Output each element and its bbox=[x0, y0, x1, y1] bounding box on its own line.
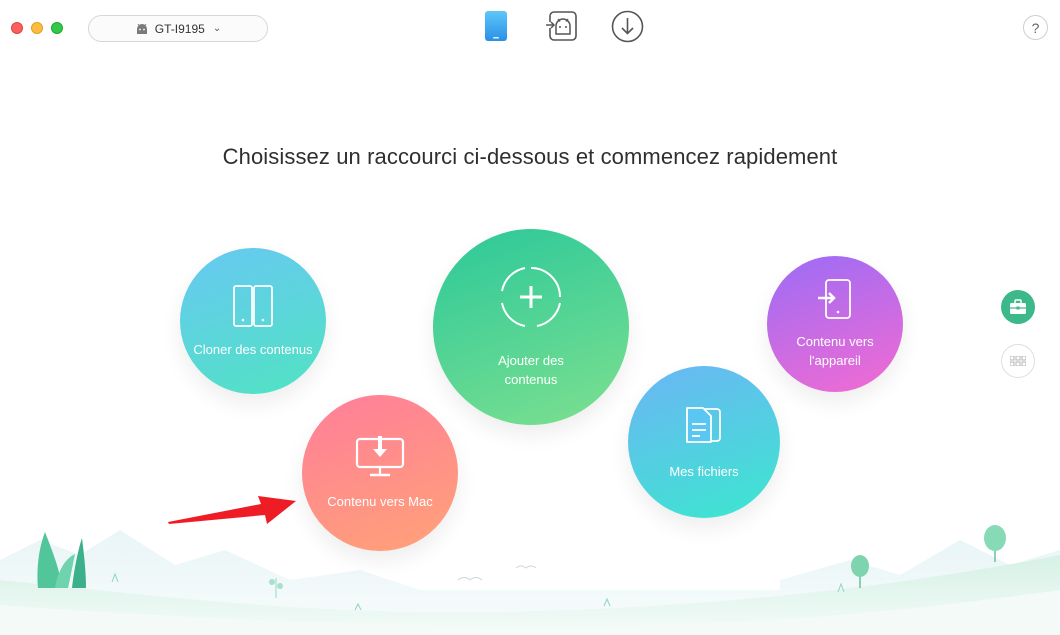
window-close-button[interactable] bbox=[11, 22, 23, 34]
clone-contents-label: Cloner des contenus bbox=[193, 341, 313, 357]
window-maximize-button[interactable] bbox=[51, 22, 63, 34]
download-icon bbox=[611, 10, 644, 43]
app-window: GT-I9195 ⌄ ? Choisissez un raccourci ci-… bbox=[0, 0, 1060, 635]
phone-import-icon bbox=[818, 279, 851, 319]
clone-contents-shortcut[interactable]: Cloner des contenus bbox=[180, 248, 326, 394]
android-transfer-tab[interactable] bbox=[545, 10, 579, 47]
android-icon bbox=[136, 23, 147, 34]
grid-icon bbox=[1010, 356, 1026, 366]
android-transfer-icon bbox=[545, 11, 577, 41]
download-tab[interactable] bbox=[611, 10, 644, 48]
content-to-device-label-line1: Contenu vers bbox=[796, 334, 874, 349]
content-to-device-label-line2: l'appareil bbox=[809, 353, 861, 368]
files-icon bbox=[686, 406, 721, 443]
device-name: GT-I9195 bbox=[154, 21, 205, 36]
landscape-illustration bbox=[0, 525, 1060, 635]
content-to-mac-label: Contenu vers Mac bbox=[327, 493, 433, 509]
toolbox-button[interactable] bbox=[1001, 290, 1035, 324]
clone-phones-icon bbox=[233, 284, 273, 327]
content-to-device-label: Contenu vers l'appareil bbox=[796, 332, 873, 370]
chevron-down-icon: ⌄ bbox=[212, 23, 222, 34]
add-icon bbox=[501, 267, 561, 327]
device-tab[interactable] bbox=[484, 10, 508, 47]
my-files-shortcut[interactable]: Mes fichiers bbox=[628, 366, 780, 518]
device-selector[interactable]: GT-I9195 ⌄ bbox=[88, 15, 268, 42]
red-arrow-pointer bbox=[168, 496, 296, 524]
toolbox-icon bbox=[1010, 299, 1026, 314]
add-contents-label: Ajouter des contenus bbox=[498, 353, 564, 387]
window-minimize-button[interactable] bbox=[31, 22, 43, 34]
add-contents-shortcut[interactable]: Ajouter des contenus bbox=[433, 229, 629, 425]
help-button[interactable]: ? bbox=[1023, 15, 1048, 40]
monitor-download-icon bbox=[355, 435, 405, 476]
phone-icon bbox=[485, 11, 507, 41]
grid-view-button[interactable] bbox=[1001, 344, 1035, 378]
content-to-device-shortcut[interactable]: Contenu vers l'appareil bbox=[767, 256, 903, 392]
page-title: Choisissez un raccourci ci-dessous et co… bbox=[222, 144, 838, 169]
content-to-mac-shortcut[interactable]: Contenu vers Mac bbox=[302, 395, 458, 551]
my-files-label: Mes fichiers bbox=[669, 463, 739, 479]
